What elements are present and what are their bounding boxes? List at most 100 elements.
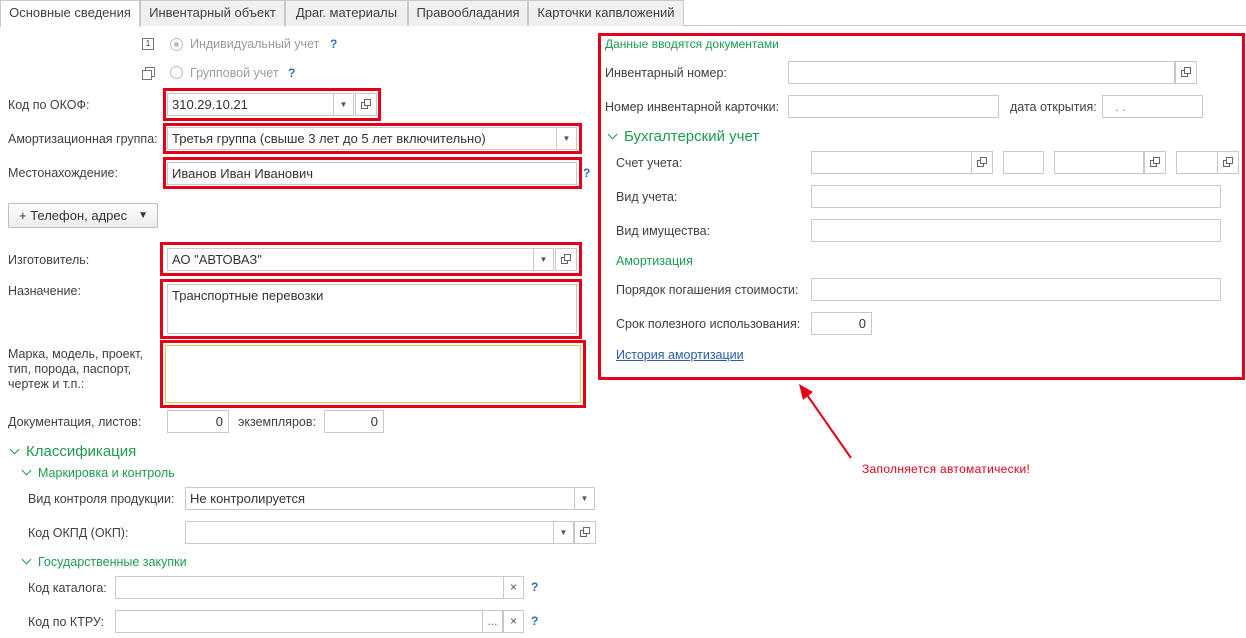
individual-help-icon[interactable]: ? [330, 37, 337, 51]
okof-input[interactable]: 310.29.10.21 ▼ [167, 93, 354, 116]
inv-card-input[interactable] [788, 95, 999, 118]
okpd-dropdown-icon[interactable]: ▼ [553, 522, 573, 543]
control-dropdown-icon[interactable]: ▼ [574, 488, 594, 509]
account-label: Счет учета: [616, 156, 683, 170]
tab-precious-materials[interactable]: Драг. материалы [285, 0, 408, 26]
location-help-icon[interactable]: ? [583, 166, 590, 180]
docs-label: Документация, листов: [8, 415, 142, 429]
inv-number-label: Инвентарный номер: [605, 66, 727, 80]
control-value: Не контролируется [190, 491, 306, 506]
procurement-title: Государственные закупки [38, 555, 187, 569]
phone-address-label: + Телефон, адрес [19, 208, 128, 223]
catalog-input[interactable] [115, 576, 504, 599]
repayment-label: Порядок погашения стоимости: [616, 283, 799, 297]
okof-label: Код по ОКОФ: [8, 98, 90, 112]
manufacturer-input[interactable]: АО "АВТОВАЗ" ▼ [167, 248, 554, 271]
procurement-section[interactable]: Государственные закупки [21, 554, 187, 569]
account-input[interactable] [811, 151, 972, 174]
okof-value: 310.29.10.21 [172, 97, 248, 112]
amortization-history-link[interactable]: История амортизации [616, 348, 744, 362]
purpose-value: Транспортные перевозки [172, 288, 324, 303]
amort-group-value: Третья группа (свыше 3 лет до 5 лет вклю… [172, 131, 486, 146]
subconto-2-open-icon[interactable] [1144, 151, 1166, 174]
docs-sheets-value: 0 [215, 414, 223, 429]
docs-title: Данные вводятся документами [605, 37, 779, 51]
group-items-icon [142, 67, 155, 80]
tab-inventory-object[interactable]: Инвентарный объект [140, 0, 285, 26]
manufacturer-dropdown-icon[interactable]: ▼ [533, 249, 553, 270]
brand-textarea[interactable] [165, 345, 581, 403]
ktru-select-icon[interactable]: ... [482, 610, 503, 633]
brand-label: Марка, модель, проект, тип, порода, пасп… [8, 347, 143, 392]
ktru-label: Код по КТРУ: [28, 615, 105, 629]
location-value: Иванов Иван Иванович [172, 166, 314, 181]
tab-main-info[interactable]: Основные сведения [0, 0, 140, 27]
ktru-help-icon[interactable]: ? [531, 614, 538, 628]
account-type-input[interactable] [811, 185, 1221, 208]
inv-number-input[interactable] [788, 61, 1175, 84]
group-label: Групповой учет [190, 66, 279, 80]
amortization-title: Амортизация [616, 254, 693, 268]
phone-address-dropdown-icon: ▼ [138, 210, 148, 221]
open-date-label: дата открытия: [1010, 100, 1097, 114]
brand-label-line-2: тип, порода, паспорт, [8, 362, 132, 376]
useful-life-value: 0 [858, 316, 866, 331]
tab-bar: Основные сведения Инвентарный объект Дра… [0, 0, 1246, 27]
ktru-input[interactable] [115, 610, 483, 633]
ktru-clear-icon[interactable]: × [503, 610, 524, 633]
copies-input[interactable]: 0 [324, 410, 384, 433]
okpd-open-icon[interactable] [574, 521, 596, 544]
amort-group-select[interactable]: Третья группа (свыше 3 лет до 5 лет вклю… [167, 127, 577, 150]
okpd-input[interactable]: ▼ [185, 521, 574, 544]
location-label: Местонахождение: [8, 166, 118, 180]
brand-label-line-3: чертеж и т.п.: [8, 377, 85, 391]
classification-chevron-icon[interactable] [9, 444, 20, 455]
account-open-icon[interactable] [971, 151, 993, 174]
marking-section[interactable]: Маркировка и контроль [21, 465, 175, 480]
purpose-textarea[interactable]: Транспортные перевозки [167, 284, 577, 334]
location-input[interactable]: Иванов Иван Иванович [167, 162, 577, 185]
open-date-value: . . [1115, 99, 1126, 114]
catalog-help-icon[interactable]: ? [531, 580, 538, 594]
accounting-title: Бухгалтерский учет [624, 128, 760, 145]
annotation-arrow-icon [799, 384, 852, 459]
procurement-chevron-icon[interactable] [21, 554, 32, 565]
marking-title: Маркировка и контроль [38, 466, 175, 480]
tab-capital-cards[interactable]: Карточки капвложений [528, 0, 684, 26]
subconto-3-input[interactable] [1176, 151, 1218, 174]
okof-dropdown-icon[interactable]: ▼ [333, 94, 353, 115]
accounting-chevron-icon[interactable] [607, 129, 618, 140]
tab-rights[interactable]: Правообладания [408, 0, 528, 26]
control-select[interactable]: Не контролируется ▼ [185, 487, 595, 510]
accounting-section[interactable]: Бухгалтерский учет [607, 128, 760, 145]
property-type-input[interactable] [811, 219, 1221, 242]
useful-life-label: Срок полезного использования: [616, 317, 801, 331]
manufacturer-label: Изготовитель: [8, 253, 90, 267]
manufacturer-open-icon[interactable] [555, 248, 577, 271]
single-item-icon: 1 [142, 38, 154, 50]
docs-sheets-input[interactable]: 0 [167, 410, 229, 433]
property-type-label: Вид имущества: [616, 224, 711, 238]
copies-value: 0 [370, 414, 378, 429]
useful-life-input[interactable]: 0 [811, 312, 872, 335]
open-date-input[interactable]: . . [1102, 95, 1203, 118]
repayment-input[interactable] [811, 278, 1221, 301]
okpd-label: Код ОКПД (ОКП): [28, 526, 129, 540]
subconto-3-open-icon[interactable] [1217, 151, 1239, 174]
amort-group-dropdown-icon[interactable]: ▼ [556, 128, 576, 149]
subconto-1-input[interactable] [1003, 151, 1044, 174]
group-radio[interactable] [170, 66, 183, 79]
inv-number-open-icon[interactable] [1175, 61, 1197, 84]
group-help-icon[interactable]: ? [288, 66, 295, 80]
subconto-2-input[interactable] [1054, 151, 1144, 174]
copies-label: экземпляров: [238, 415, 316, 429]
classification-section[interactable]: Классификация [9, 443, 136, 460]
individual-radio[interactable] [170, 38, 183, 51]
control-label: Вид контроля продукции: [28, 492, 175, 506]
phone-address-button[interactable]: + Телефон, адрес ▼ [8, 203, 158, 228]
catalog-clear-icon[interactable]: × [503, 576, 524, 599]
auto-fill-note: Заполняется автоматически! [862, 462, 1031, 476]
marking-chevron-icon[interactable] [21, 465, 32, 476]
manufacturer-value: АО "АВТОВАЗ" [172, 252, 262, 267]
okof-open-icon[interactable] [355, 93, 377, 116]
